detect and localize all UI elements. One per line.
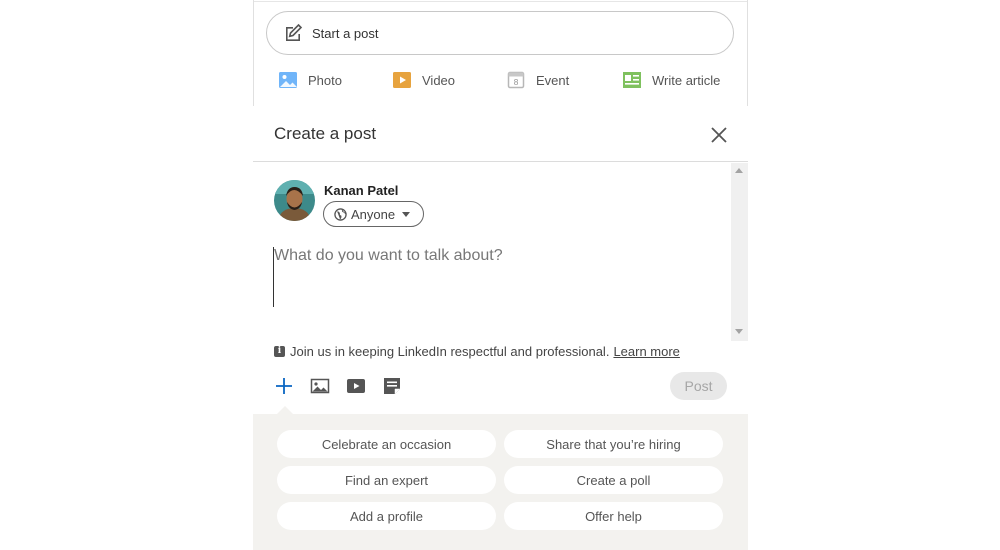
learn-more-link[interactable]: Learn more xyxy=(613,344,679,359)
avatar xyxy=(274,180,315,221)
community-notice: i Join us in keeping LinkedIn respectful… xyxy=(274,342,680,360)
svg-text:8: 8 xyxy=(513,78,518,87)
post-editor[interactable]: What do you want to talk about? xyxy=(273,247,724,307)
tray-pointer xyxy=(277,406,293,414)
modal-header: Create a post xyxy=(253,106,748,162)
suggestion-tray: Celebrate an occasion Share that you’re … xyxy=(253,406,748,550)
video-icon[interactable] xyxy=(346,376,366,396)
video-label: Video xyxy=(422,72,456,88)
offer-help-button[interactable]: Offer help xyxy=(504,502,723,530)
video-icon xyxy=(393,72,411,88)
feed-column: Start a post Photo Video 8 Event Write a… xyxy=(253,0,748,550)
scroll-down-icon[interactable] xyxy=(735,329,743,334)
share-actions: Photo Video 8 Event Write article xyxy=(254,66,749,96)
notice-text: Join us in keeping LinkedIn respectful a… xyxy=(290,343,610,359)
audience-selector[interactable]: Anyone xyxy=(323,201,424,227)
post-body: Kanan Patel Anyone What do you want to t… xyxy=(253,163,748,341)
create-poll-button[interactable]: Create a poll xyxy=(504,466,723,494)
globe-icon xyxy=(334,207,347,221)
celebrate-occasion-button[interactable]: Celebrate an occasion xyxy=(277,430,496,458)
editor-placeholder: What do you want to talk about? xyxy=(274,247,503,264)
chevron-down-icon xyxy=(402,211,411,217)
post-button[interactable]: Post xyxy=(670,372,727,400)
audience-label: Anyone xyxy=(351,206,396,222)
pencil-icon xyxy=(286,23,303,41)
photo-icon xyxy=(279,72,297,88)
event-icon: 8 xyxy=(507,71,525,89)
create-post-modal: Create a post Kanan Patel Anyone What do… xyxy=(253,106,748,550)
info-icon: i xyxy=(274,345,285,357)
scroll-up-icon[interactable] xyxy=(735,168,743,173)
author-name: Kanan Patel xyxy=(324,183,399,198)
event-button[interactable]: 8 Event xyxy=(506,66,569,94)
modal-title: Create a post xyxy=(274,124,377,143)
photo-label: Photo xyxy=(308,72,342,88)
document-icon[interactable] xyxy=(382,376,402,396)
article-icon xyxy=(623,72,641,88)
close-icon[interactable] xyxy=(708,124,730,146)
start-post-label: Start a post xyxy=(312,25,379,41)
write-article-label: Write article xyxy=(652,72,721,88)
photo-button[interactable]: Photo xyxy=(278,66,342,94)
share-hiring-button[interactable]: Share that you’re hiring xyxy=(504,430,723,458)
start-post-button[interactable]: Start a post xyxy=(266,11,734,55)
image-icon[interactable] xyxy=(310,376,330,396)
add-icon[interactable] xyxy=(274,376,294,396)
event-label: Event xyxy=(536,72,570,88)
write-article-button[interactable]: Write article xyxy=(622,66,720,94)
find-expert-button[interactable]: Find an expert xyxy=(277,466,496,494)
add-profile-button[interactable]: Add a profile xyxy=(277,502,496,530)
share-box: Start a post Photo Video 8 Event Write a… xyxy=(253,0,748,106)
video-button[interactable]: Video xyxy=(392,66,455,94)
editor-scrollbar[interactable] xyxy=(731,163,748,341)
